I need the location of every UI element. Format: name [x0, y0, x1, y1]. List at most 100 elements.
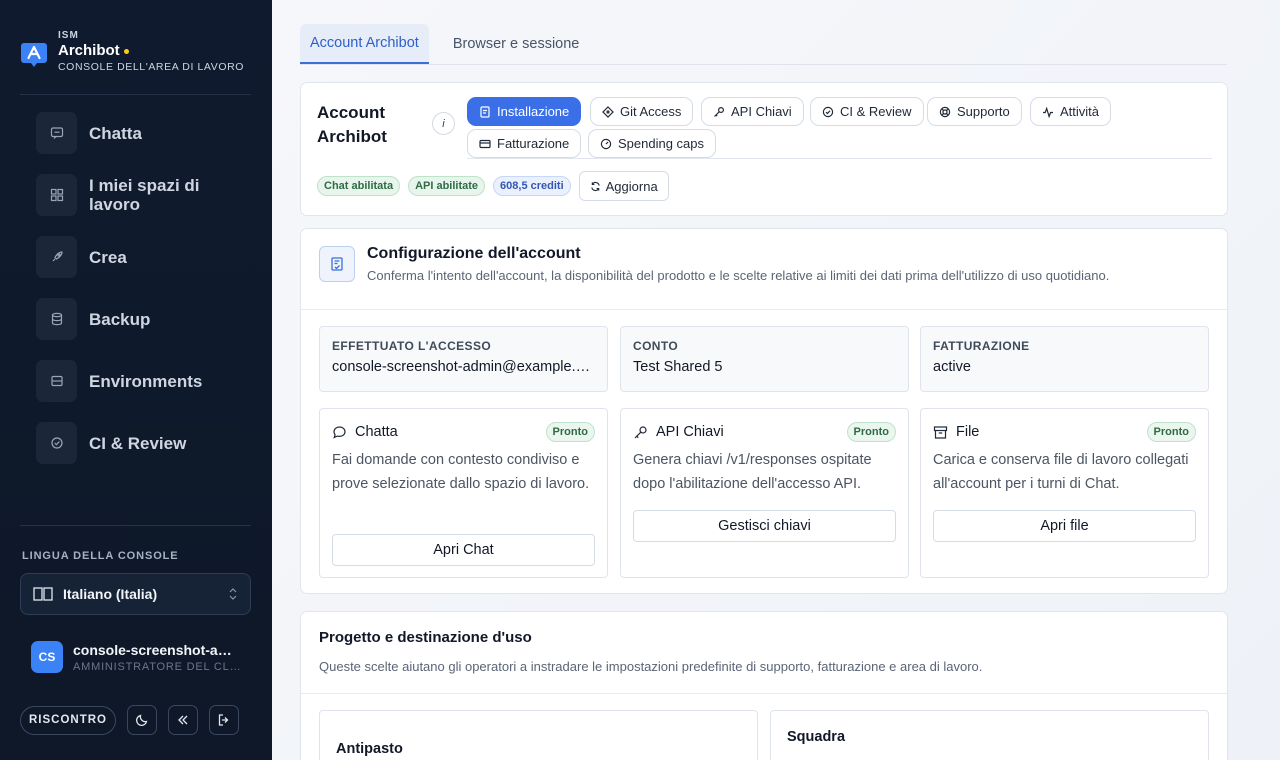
pill-attivita[interactable]: Attività — [1030, 97, 1112, 126]
sidebar-item-workspaces[interactable]: I miei spazi di lavoro — [20, 174, 251, 216]
pill-label: Spending caps — [618, 136, 705, 151]
key-icon — [634, 425, 647, 438]
brand-name: Archibot — [58, 42, 120, 59]
sidebar-item-chatta[interactable]: Chatta — [20, 112, 251, 154]
language-title: LINGUA DELLA CONSOLE — [22, 550, 179, 562]
sidebar-nav: Chatta I miei spazi di lavoro Crea Backu… — [20, 112, 251, 500]
chat-enabled-badge: Chat abilitata — [317, 176, 401, 196]
pill-spending-caps[interactable]: Spending caps — [588, 129, 717, 158]
user-profile[interactable]: CS console-screenshot-admin@example.com … — [31, 641, 246, 673]
check-circle-icon — [36, 422, 77, 464]
sidebar-item-ci-review[interactable]: CI & Review — [20, 422, 251, 464]
account-title: Account Archibot — [317, 103, 387, 146]
refresh-label: Aggiorna — [605, 178, 658, 194]
info-button[interactable]: i — [432, 112, 455, 135]
tab-account-archibot[interactable]: Account Archibot — [300, 24, 429, 64]
git-icon — [602, 105, 614, 118]
archibot-logo-icon — [21, 43, 47, 67]
feature-file: File Pronto Carica e conserva file di la… — [920, 408, 1209, 578]
logout-icon — [218, 714, 229, 726]
database-icon — [36, 298, 77, 340]
open-files-button[interactable]: Apri file — [933, 510, 1196, 542]
logout-button[interactable] — [209, 705, 239, 735]
gauge-icon — [600, 138, 612, 149]
chat-icon — [36, 112, 77, 154]
refresh-button[interactable]: Aggiorna — [578, 171, 669, 201]
account-card: Account Archibot i Installazione Git Acc… — [300, 82, 1228, 216]
feature-title: File — [956, 424, 980, 440]
configuration-card: Configurazione dell'account Conferma l'i… — [300, 228, 1228, 594]
info-value: active — [933, 359, 971, 375]
credits-badge: 608,5 crediti — [493, 176, 571, 196]
sidebar-divider — [20, 94, 251, 95]
check-circle-icon — [822, 106, 834, 117]
sidebar-item-label: CI & Review — [89, 433, 187, 453]
rocket-icon — [36, 236, 77, 278]
language-select[interactable]: Italiano (Italia) — [20, 573, 251, 615]
manage-keys-button[interactable]: Gestisci chiavi — [633, 510, 896, 542]
pill-fatturazione[interactable]: Fatturazione — [467, 129, 582, 158]
pill-label: Attività — [1060, 104, 1100, 119]
brand-subtitle: CONSOLE DELL'AREA DI LAVORO — [58, 61, 245, 73]
language-selected: Italiano (Italia) — [63, 586, 158, 602]
tab-browser-sessione[interactable]: Browser e sessione — [443, 24, 590, 64]
pill-label: CI & Review — [840, 104, 912, 119]
refresh-icon — [590, 181, 600, 191]
chevron-updown-icon — [229, 588, 237, 600]
sidebar-divider — [20, 525, 251, 526]
sidebar-item-label: Crea — [89, 247, 127, 267]
status-dot — [123, 48, 129, 54]
sidebar-item-label: Environments — [89, 371, 203, 391]
feature-description: Fai domande con contesto condiviso e pro… — [332, 452, 590, 492]
info-label: FATTURAZIONE — [933, 339, 1030, 353]
feature-title: API Chiavi — [656, 424, 724, 440]
sidebar-item-backup[interactable]: Backup — [20, 298, 251, 340]
status-badge: Pronto — [846, 422, 896, 442]
pill-ci-review[interactable]: CI & Review — [810, 97, 924, 126]
option-antipasto[interactable]: Antipasto — [319, 710, 758, 760]
project-card: Progetto e destinazione d'uso Queste sce… — [300, 611, 1228, 760]
top-tabs: Account Archibot Browser e sessione — [300, 24, 1227, 65]
sidebar-item-crea[interactable]: Crea — [20, 236, 251, 278]
collapse-sidebar-button[interactable] — [168, 705, 198, 735]
sidebar: ISM Archibot CONSOLE DELL'AREA DI LAVORO… — [0, 0, 272, 760]
info-value: console-screenshot-admin@example.com — [332, 359, 595, 375]
feature-title: Chatta — [355, 424, 398, 440]
project-subtitle: Queste scelte aiutano gli operatori a in… — [319, 659, 983, 674]
server-icon — [36, 360, 77, 402]
feature-chatta: Chatta Pronto Fai domande con contesto c… — [319, 408, 608, 578]
status-badge: Pronto — [1146, 422, 1196, 442]
sidebar-item-label: I miei spazi di lavoro — [89, 176, 200, 214]
config-subtitle: Conferma l'intento dell'account, la disp… — [367, 268, 1110, 283]
option-label: Squadra — [787, 729, 846, 745]
grid-icon — [36, 174, 77, 216]
chevrons-left-icon — [178, 715, 188, 725]
divider — [301, 309, 1227, 310]
pill-supporto[interactable]: Supporto — [927, 97, 1022, 126]
info-box-accesso: EFFETTUATO L'ACCESSO console-screenshot-… — [319, 326, 608, 392]
pill-installazione[interactable]: Installazione — [467, 97, 582, 126]
card-icon — [479, 139, 491, 148]
pill-git-access[interactable]: Git Access — [590, 97, 694, 126]
brand-small: ISM — [58, 30, 79, 41]
project-title: Progetto e destinazione d'uso — [319, 629, 532, 646]
open-chat-button[interactable]: Apri Chat — [332, 534, 595, 566]
feature-description: Genera chiavi /v1/responses ospitate dop… — [633, 452, 872, 492]
pill-label: Supporto — [957, 104, 1010, 119]
pill-label: Installazione — [497, 104, 570, 119]
user-role: AMMINISTRATORE DEL CLIENTE — [73, 660, 241, 673]
moon-icon — [135, 714, 148, 727]
option-squadra[interactable]: Squadra — [770, 710, 1209, 760]
book-icon — [33, 587, 53, 601]
api-enabled-badge: API abilitate — [408, 176, 486, 196]
option-label: Antipasto — [336, 741, 403, 757]
info-label: CONTO — [633, 339, 679, 353]
brand[interactable]: ISM Archibot CONSOLE DELL'AREA DI LAVORO — [20, 30, 244, 74]
feature-api-chiavi: API Chiavi Pronto Genera chiavi /v1/resp… — [620, 408, 909, 578]
theme-toggle-button[interactable] — [127, 705, 157, 735]
pill-api-chiavi[interactable]: API Chiavi — [701, 97, 804, 126]
sidebar-item-environments[interactable]: Environments — [20, 360, 251, 402]
feature-description: Carica e conserva file di lavoro collega… — [933, 452, 1189, 492]
account-section-pills: Installazione Git Access API Chiavi CI &… — [467, 97, 1212, 159]
feedback-button[interactable]: RISCONTRO — [20, 705, 116, 735]
